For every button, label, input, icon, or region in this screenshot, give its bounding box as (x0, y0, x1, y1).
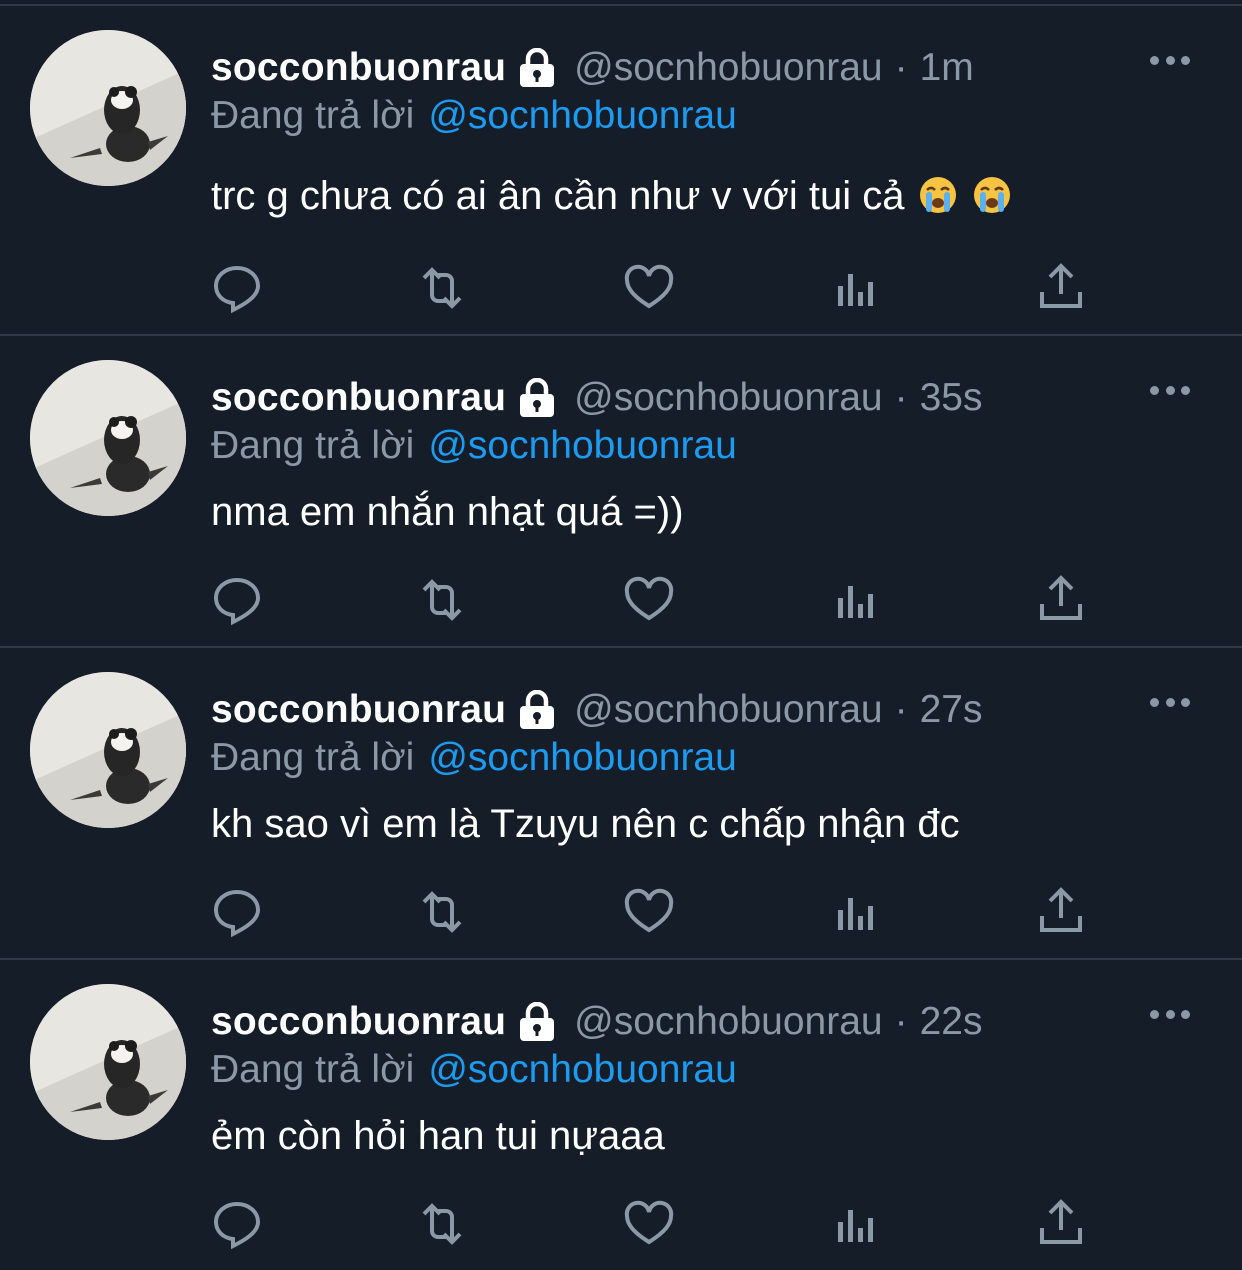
action-bar (0, 1196, 1242, 1256)
avatar[interactable] (30, 984, 186, 1140)
reply-icon[interactable] (209, 884, 265, 940)
tweet-text-content: trc g chưa có ai ân cần như v với tui cả (211, 174, 905, 218)
reply-prefix: Đang trả lời (211, 424, 415, 467)
reply-context: Đang trả lời @socnhobuonrau (211, 420, 737, 472)
reply-to-link[interactable]: @socnhobuonrau (428, 1048, 736, 1091)
lock-icon (516, 1002, 558, 1042)
loudly-crying-face-icon (972, 175, 1012, 215)
separator: · (894, 46, 908, 89)
timestamp[interactable]: 22s (920, 994, 983, 1050)
more-icon[interactable] (1150, 380, 1190, 400)
avatar[interactable] (30, 672, 186, 828)
more-icon[interactable] (1150, 50, 1190, 70)
more-icon[interactable] (1150, 1004, 1190, 1024)
handle[interactable]: @socnhobuonrau (574, 994, 882, 1050)
share-icon[interactable] (1033, 1196, 1089, 1252)
tweet[interactable]: socconbuonrau @socnhobuonrau · 1m Đang t… (0, 4, 1242, 316)
like-icon[interactable] (621, 260, 677, 316)
reply-context: Đang trả lời @socnhobuonrau (211, 1044, 737, 1096)
reply-icon[interactable] (209, 1196, 265, 1252)
like-icon[interactable] (621, 1196, 677, 1252)
reply-context: Đang trả lời @socnhobuonrau (211, 732, 737, 784)
lock-icon (516, 378, 558, 418)
handle[interactable]: @socnhobuonrau (574, 682, 882, 738)
reply-prefix: Đang trả lời (211, 94, 415, 137)
share-icon[interactable] (1033, 260, 1089, 316)
tweet[interactable]: socconbuonrau @socnhobuonrau · 35s Đang … (0, 334, 1242, 646)
tweet-text: kh sao vì em là Tzuyu nên c chấp nhận đc (211, 794, 960, 854)
tweet-header: socconbuonrau @socnhobuonrau · 35s (211, 370, 983, 426)
action-bar (0, 884, 1242, 944)
stats-icon[interactable] (828, 884, 884, 940)
retweet-icon[interactable] (414, 884, 470, 940)
display-name[interactable]: socconbuonrau (211, 682, 506, 738)
handle[interactable]: @socnhobuonrau (574, 40, 882, 96)
share-icon[interactable] (1033, 884, 1089, 940)
lock-icon (516, 48, 558, 88)
stats-icon[interactable] (828, 1196, 884, 1252)
tweet-text: ẻm còn hỏi han tui nựaaa (211, 1106, 665, 1166)
tweet-text-content: nma em nhắn nhạt quá =)) (211, 490, 684, 534)
display-name[interactable]: socconbuonrau (211, 994, 506, 1050)
like-icon[interactable] (621, 884, 677, 940)
more-icon[interactable] (1150, 692, 1190, 712)
timestamp[interactable]: 27s (920, 682, 983, 738)
reply-to-link[interactable]: @socnhobuonrau (428, 94, 736, 137)
avatar[interactable] (30, 30, 186, 186)
timestamp[interactable]: 1m (920, 40, 974, 96)
avatar-image (30, 984, 186, 1140)
retweet-icon[interactable] (414, 260, 470, 316)
tweet-feed: socconbuonrau @socnhobuonrau · 1m Đang t… (0, 0, 1242, 1270)
reply-to-link[interactable]: @socnhobuonrau (428, 424, 736, 467)
tweet-text: trc g chưa có ai ân cần như v với tui cả (211, 166, 1012, 226)
tweet-header: socconbuonrau @socnhobuonrau · 22s (211, 994, 983, 1050)
reply-context: Đang trả lời @socnhobuonrau (211, 90, 737, 142)
avatar[interactable] (30, 360, 186, 516)
reply-prefix: Đang trả lời (211, 736, 415, 779)
display-name[interactable]: socconbuonrau (211, 40, 506, 96)
avatar-image (30, 360, 186, 516)
retweet-icon[interactable] (414, 1196, 470, 1252)
tweet-text-content: kh sao vì em là Tzuyu nên c chấp nhận đc (211, 802, 960, 846)
tweet-header: socconbuonrau @socnhobuonrau · 1m (211, 40, 974, 96)
reply-icon[interactable] (209, 572, 265, 628)
tweet[interactable]: socconbuonrau @socnhobuonrau · 22s Đang … (0, 958, 1242, 1270)
reply-prefix: Đang trả lời (211, 1048, 415, 1091)
tweet-text-content: ẻm còn hỏi han tui nựaaa (211, 1114, 665, 1158)
stats-icon[interactable] (828, 260, 884, 316)
separator: · (894, 688, 908, 731)
share-icon[interactable] (1033, 572, 1089, 628)
reply-icon[interactable] (209, 260, 265, 316)
timestamp[interactable]: 35s (920, 370, 983, 426)
like-icon[interactable] (621, 572, 677, 628)
avatar-image (30, 672, 186, 828)
retweet-icon[interactable] (414, 572, 470, 628)
action-bar (0, 260, 1242, 320)
stats-icon[interactable] (828, 572, 884, 628)
loudly-crying-face-icon (918, 175, 958, 215)
tweet-header: socconbuonrau @socnhobuonrau · 27s (211, 682, 983, 738)
tweet-text: nma em nhắn nhạt quá =)) (211, 482, 684, 542)
action-bar (0, 572, 1242, 632)
reply-to-link[interactable]: @socnhobuonrau (428, 736, 736, 779)
lock-icon (516, 690, 558, 730)
handle[interactable]: @socnhobuonrau (574, 370, 882, 426)
separator: · (894, 376, 908, 419)
tweet[interactable]: socconbuonrau @socnhobuonrau · 27s Đang … (0, 646, 1242, 958)
avatar-image (30, 30, 186, 186)
display-name[interactable]: socconbuonrau (211, 370, 506, 426)
separator: · (894, 1000, 908, 1043)
